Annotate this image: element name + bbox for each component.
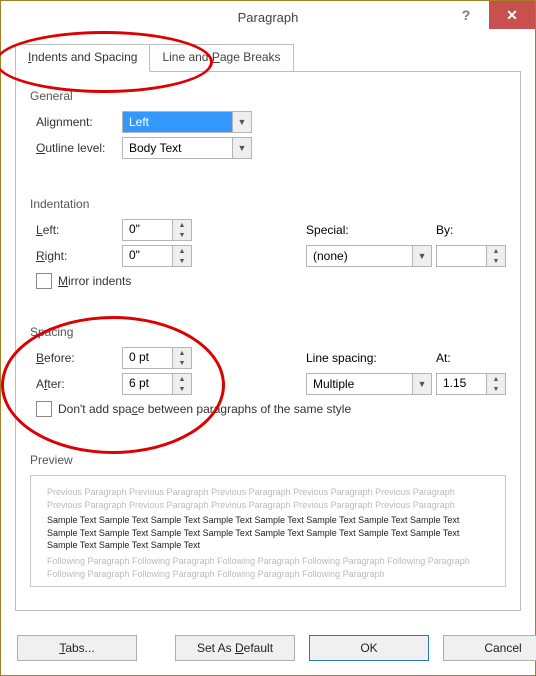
tab-panel: General Alignment: Left ▼ Outline level:… <box>15 71 521 611</box>
preview-box: Previous Paragraph Previous Paragraph Pr… <box>30 475 506 587</box>
spacing-before-label: Before: <box>30 351 122 365</box>
spinner-icon: ▲▼ <box>172 246 191 266</box>
alignment-combo[interactable]: Left ▼ <box>122 111 252 133</box>
spinner-icon: ▲▼ <box>172 348 191 368</box>
spacing-before-value: 0 pt <box>123 348 172 368</box>
preview-sample-text: Sample Text Sample Text Sample Text Samp… <box>47 514 489 552</box>
help-icon: ? <box>462 7 471 23</box>
line-spacing-value: Multiple <box>307 374 412 394</box>
special-label: Special: <box>306 223 436 237</box>
spinner-icon: ▲▼ <box>172 374 191 394</box>
preview-next-text: Following Paragraph Following Paragraph … <box>47 555 489 580</box>
at-value: 1.15 <box>437 374 486 394</box>
line-spacing-label: Line spacing: <box>306 351 436 365</box>
set-as-default-button[interactable]: Set As Default <box>175 635 295 661</box>
by-value <box>437 246 486 266</box>
mirror-indents-label: Mirror indents <box>58 274 131 288</box>
dialog-footer: Tabs... Set As Default OK Cancel <box>1 623 535 675</box>
help-button[interactable]: ? <box>443 1 489 29</box>
preview-prev-text: Previous Paragraph Previous Paragraph Pr… <box>47 486 489 511</box>
group-indentation: Indentation <box>30 197 506 211</box>
spinner-icon: ▲▼ <box>486 246 505 266</box>
by-label: By: <box>436 223 506 237</box>
group-spacing: Spacing <box>30 325 506 339</box>
by-spin[interactable]: ▲▼ <box>436 245 506 267</box>
spacing-after-label: After: <box>30 377 122 391</box>
outline-label: Outline level: <box>30 141 122 155</box>
tabs-button[interactable]: Tabs... <box>17 635 137 661</box>
at-label: At: <box>436 351 506 365</box>
tabstrip: Indents and Spacing Line and Page Breaks <box>15 44 521 72</box>
outline-value: Body Text <box>123 138 232 158</box>
alignment-label: Alignment: <box>30 115 122 129</box>
line-spacing-combo[interactable]: Multiple ▼ <box>306 373 432 395</box>
indent-right-label: Right: <box>30 249 122 263</box>
ok-button[interactable]: OK <box>309 635 429 661</box>
chevron-down-icon: ▼ <box>412 246 431 266</box>
spacing-before-spin[interactable]: 0 pt ▲▼ <box>122 347 192 369</box>
indent-right-spin[interactable]: 0" ▲▼ <box>122 245 192 267</box>
group-preview: Preview <box>30 453 506 467</box>
titlebar: Paragraph ? ✕ <box>1 1 535 34</box>
tab-line-page-breaks[interactable]: Line and Page Breaks <box>149 44 293 72</box>
indent-right-value: 0" <box>123 246 172 266</box>
indent-left-spin[interactable]: 0" ▲▼ <box>122 219 192 241</box>
at-spin[interactable]: 1.15 ▲▼ <box>436 373 506 395</box>
indent-left-label: Left: <box>30 223 122 237</box>
outline-combo[interactable]: Body Text ▼ <box>122 137 252 159</box>
spacing-after-spin[interactable]: 6 pt ▲▼ <box>122 373 192 395</box>
chevron-down-icon: ▼ <box>232 112 251 132</box>
no-space-same-style-checkbox[interactable] <box>36 401 52 417</box>
spinner-icon: ▲▼ <box>172 220 191 240</box>
indent-left-value: 0" <box>123 220 172 240</box>
paragraph-dialog: Paragraph ? ✕ Indents and Spacing Line a… <box>0 0 536 676</box>
mirror-indents-checkbox[interactable] <box>36 273 52 289</box>
alignment-value: Left <box>123 112 232 132</box>
tab-indents-spacing[interactable]: Indents and Spacing <box>15 44 150 72</box>
group-general: General <box>30 89 506 103</box>
close-icon: ✕ <box>506 7 518 24</box>
special-value: (none) <box>307 246 412 266</box>
chevron-down-icon: ▼ <box>232 138 251 158</box>
window-buttons: ? ✕ <box>443 1 535 29</box>
special-combo[interactable]: (none) ▼ <box>306 245 432 267</box>
chevron-down-icon: ▼ <box>412 374 431 394</box>
spacing-after-value: 6 pt <box>123 374 172 394</box>
dialog-body: Indents and Spacing Line and Page Breaks… <box>1 34 535 623</box>
cancel-button[interactable]: Cancel <box>443 635 536 661</box>
spinner-icon: ▲▼ <box>486 374 505 394</box>
close-button[interactable]: ✕ <box>489 1 535 29</box>
no-space-same-style-label: Don't add space between paragraphs of th… <box>58 402 351 416</box>
